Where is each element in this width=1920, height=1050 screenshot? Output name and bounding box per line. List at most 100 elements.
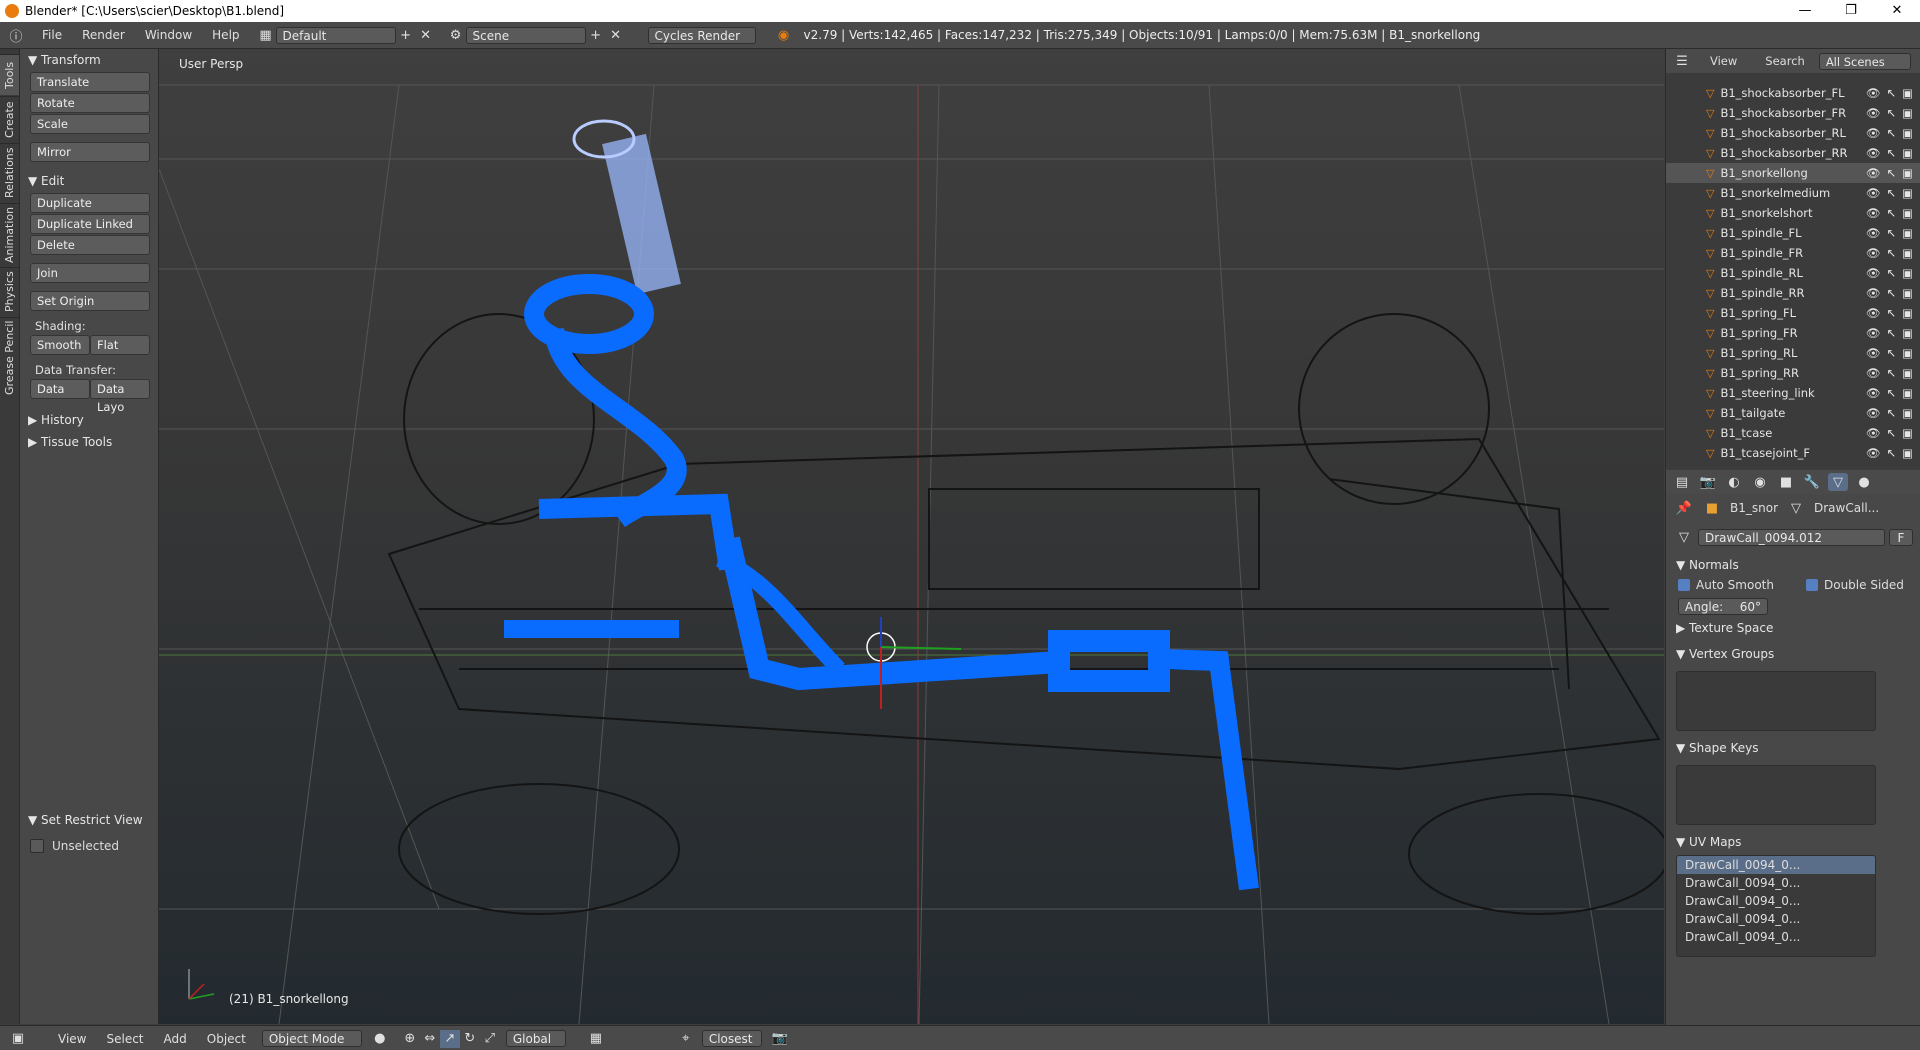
outliner-item[interactable]: ▽ B1_spring_RR 👁 ↖ ▣ <box>1666 363 1920 383</box>
screen-layout-icon[interactable]: ▦ <box>256 26 276 44</box>
outliner-item[interactable]: ▽ B1_spindle_RL 👁 ↖ ▣ <box>1666 263 1920 283</box>
select-icon[interactable]: ↖ <box>1886 346 1896 360</box>
select-icon[interactable]: ↖ <box>1886 446 1896 460</box>
outliner-display-mode[interactable]: All Scenes <box>1818 52 1911 70</box>
visibility-icon[interactable]: 👁 <box>1866 86 1881 100</box>
menu-view[interactable]: View <box>48 1032 96 1046</box>
select-icon[interactable]: ↖ <box>1886 306 1896 320</box>
object-tab-icon[interactable]: ■ <box>1776 473 1796 491</box>
shape-keys-header[interactable]: ▼ Shape Keys <box>1666 735 1920 761</box>
render-icon[interactable]: ▣ <box>1902 266 1913 280</box>
properties-editor-icon[interactable]: ▤ <box>1672 473 1692 491</box>
texture-space-header[interactable]: ▶ Texture Space <box>1666 615 1920 641</box>
unselected-option[interactable]: Unselected <box>30 839 119 853</box>
visibility-icon[interactable]: 👁 <box>1866 386 1881 400</box>
menu-object[interactable]: Object <box>197 1032 256 1046</box>
mesh-browse-icon[interactable]: ▽ <box>1674 528 1694 546</box>
maximize-button[interactable]: ❐ <box>1828 0 1874 22</box>
outliner-item[interactable]: ▽ B1_snorkelmedium 👁 ↖ ▣ <box>1666 183 1920 203</box>
select-icon[interactable]: ↖ <box>1886 206 1896 220</box>
visibility-icon[interactable]: 👁 <box>1866 186 1881 200</box>
scale-manip-icon[interactable]: ⤢ <box>480 1030 500 1048</box>
smooth-button[interactable]: Smooth <box>30 335 90 355</box>
select-icon[interactable]: ↖ <box>1886 366 1896 380</box>
render-icon[interactable]: ▣ <box>1902 426 1913 440</box>
tab-animation[interactable]: Animation <box>0 203 19 266</box>
outliner-item[interactable]: ▽ B1_shockabsorber_RL 👁 ↖ ▣ <box>1666 123 1920 143</box>
render-preview-icon[interactable]: 📷 <box>770 1030 790 1048</box>
pivot-icon[interactable]: ⊕ <box>400 1030 420 1048</box>
select-icon[interactable]: ↖ <box>1886 266 1896 280</box>
visibility-icon[interactable]: 👁 <box>1866 166 1881 180</box>
render-engine-select[interactable]: Cycles Render <box>647 26 756 44</box>
select-icon[interactable]: ↖ <box>1886 86 1896 100</box>
mesh-data-tab-icon[interactable]: ▽ <box>1828 473 1848 491</box>
rotate-button[interactable]: Rotate <box>30 93 150 113</box>
select-icon[interactable]: ↖ <box>1886 246 1896 260</box>
world-tab-icon[interactable]: ◉ <box>1750 473 1770 491</box>
scene-icon[interactable]: ⚙ <box>446 26 466 44</box>
outliner-item[interactable]: ▽ B1_snorkelshort 👁 ↖ ▣ <box>1666 203 1920 223</box>
outliner-item[interactable]: ▽ B1_spindle_FR 👁 ↖ ▣ <box>1666 243 1920 263</box>
uv-maps-list[interactable]: DrawCall_0094_0... DrawCall_0094_0... Dr… <box>1676 855 1876 957</box>
render-icon[interactable]: ▣ <box>1902 326 1913 340</box>
set-origin-button[interactable]: Set Origin <box>30 291 150 311</box>
outliner-item[interactable]: ▽ B1_tcase 👁 ↖ ▣ <box>1666 423 1920 443</box>
tab-tools[interactable]: Tools <box>0 54 19 95</box>
visibility-icon[interactable]: 👁 <box>1866 286 1881 300</box>
render-icon[interactable]: ▣ <box>1902 306 1913 320</box>
render-icon[interactable]: ▣ <box>1902 186 1913 200</box>
uv-map-item[interactable]: DrawCall_0094_0... <box>1677 910 1875 928</box>
info-editor-icon[interactable]: ⓘ <box>6 26 26 45</box>
menu-file[interactable]: File <box>32 28 72 42</box>
uv-maps-header[interactable]: ▼ UV Maps <box>1666 829 1920 855</box>
tab-grease-pencil[interactable]: Grease Pencil <box>0 317 19 398</box>
minimize-button[interactable]: — <box>1782 0 1828 22</box>
outliner-item[interactable]: ▽ B1_snorkellong 👁 ↖ ▣ <box>1666 163 1920 183</box>
rotate-manip-icon[interactable]: ↻ <box>460 1030 480 1048</box>
angle-field[interactable]: Angle: 60° <box>1678 598 1768 615</box>
shape-keys-list[interactable] <box>1676 765 1876 825</box>
layers-icon[interactable]: ▦ <box>586 1030 606 1048</box>
render-icon[interactable]: ▣ <box>1902 106 1913 120</box>
remove-layout-icon[interactable]: ✕ <box>416 26 436 44</box>
shading-icon[interactable]: ● <box>370 1030 390 1048</box>
select-icon[interactable]: ↖ <box>1886 146 1896 160</box>
render-icon[interactable]: ▣ <box>1902 126 1913 140</box>
outliner-item[interactable]: ▽ B1_shockabsorber_RR 👁 ↖ ▣ <box>1666 143 1920 163</box>
outliner-menu-search[interactable]: Search <box>1765 54 1805 68</box>
render-icon[interactable]: ▣ <box>1902 366 1913 380</box>
double-sided-checkbox[interactable] <box>1805 579 1818 591</box>
menu-add[interactable]: Add <box>154 1032 197 1046</box>
visibility-icon[interactable]: 👁 <box>1866 366 1881 380</box>
tissue-tools-panel-header[interactable]: ▶ Tissue Tools <box>20 431 158 453</box>
scene-field[interactable]: Scene <box>465 26 586 44</box>
visibility-icon[interactable]: 👁 <box>1866 306 1881 320</box>
uv-map-item[interactable]: DrawCall_0094_0... <box>1677 856 1875 874</box>
render-icon[interactable]: ▣ <box>1902 446 1913 460</box>
pin-icon[interactable]: 📌 <box>1674 499 1694 517</box>
mode-select[interactable]: Object Mode <box>261 1030 362 1047</box>
outliner-item[interactable]: ▽ B1_shockabsorber_FL 👁 ↖ ▣ <box>1666 83 1920 103</box>
layout-field[interactable]: Default <box>275 26 396 44</box>
fake-user-button[interactable]: F <box>1889 528 1913 546</box>
visibility-icon[interactable]: 👁 <box>1866 146 1881 160</box>
outliner-editor-icon[interactable]: ☰ <box>1672 52 1692 70</box>
visibility-icon[interactable]: 👁 <box>1866 266 1881 280</box>
render-icon[interactable]: ▣ <box>1902 166 1913 180</box>
select-icon[interactable]: ↖ <box>1886 106 1896 120</box>
tab-physics[interactable]: Physics <box>0 267 19 316</box>
orientation-select[interactable]: Global <box>505 1030 566 1047</box>
unselected-checkbox[interactable] <box>30 839 44 853</box>
tab-relations[interactable]: Relations <box>0 143 19 202</box>
outliner-item[interactable]: ▽ B1_spring_RL 👁 ↖ ▣ <box>1666 343 1920 363</box>
data-layout-button[interactable]: Data Layo <box>90 379 150 414</box>
select-icon[interactable]: ↖ <box>1886 126 1896 140</box>
material-tab-icon[interactable]: ● <box>1854 473 1874 491</box>
auto-smooth-checkbox[interactable] <box>1678 579 1690 591</box>
visibility-icon[interactable]: 👁 <box>1866 426 1881 440</box>
visibility-icon[interactable]: 👁 <box>1866 106 1881 120</box>
select-icon[interactable]: ↖ <box>1886 166 1896 180</box>
visibility-icon[interactable]: 👁 <box>1866 346 1881 360</box>
duplicate-linked-button[interactable]: Duplicate Linked <box>30 214 150 234</box>
